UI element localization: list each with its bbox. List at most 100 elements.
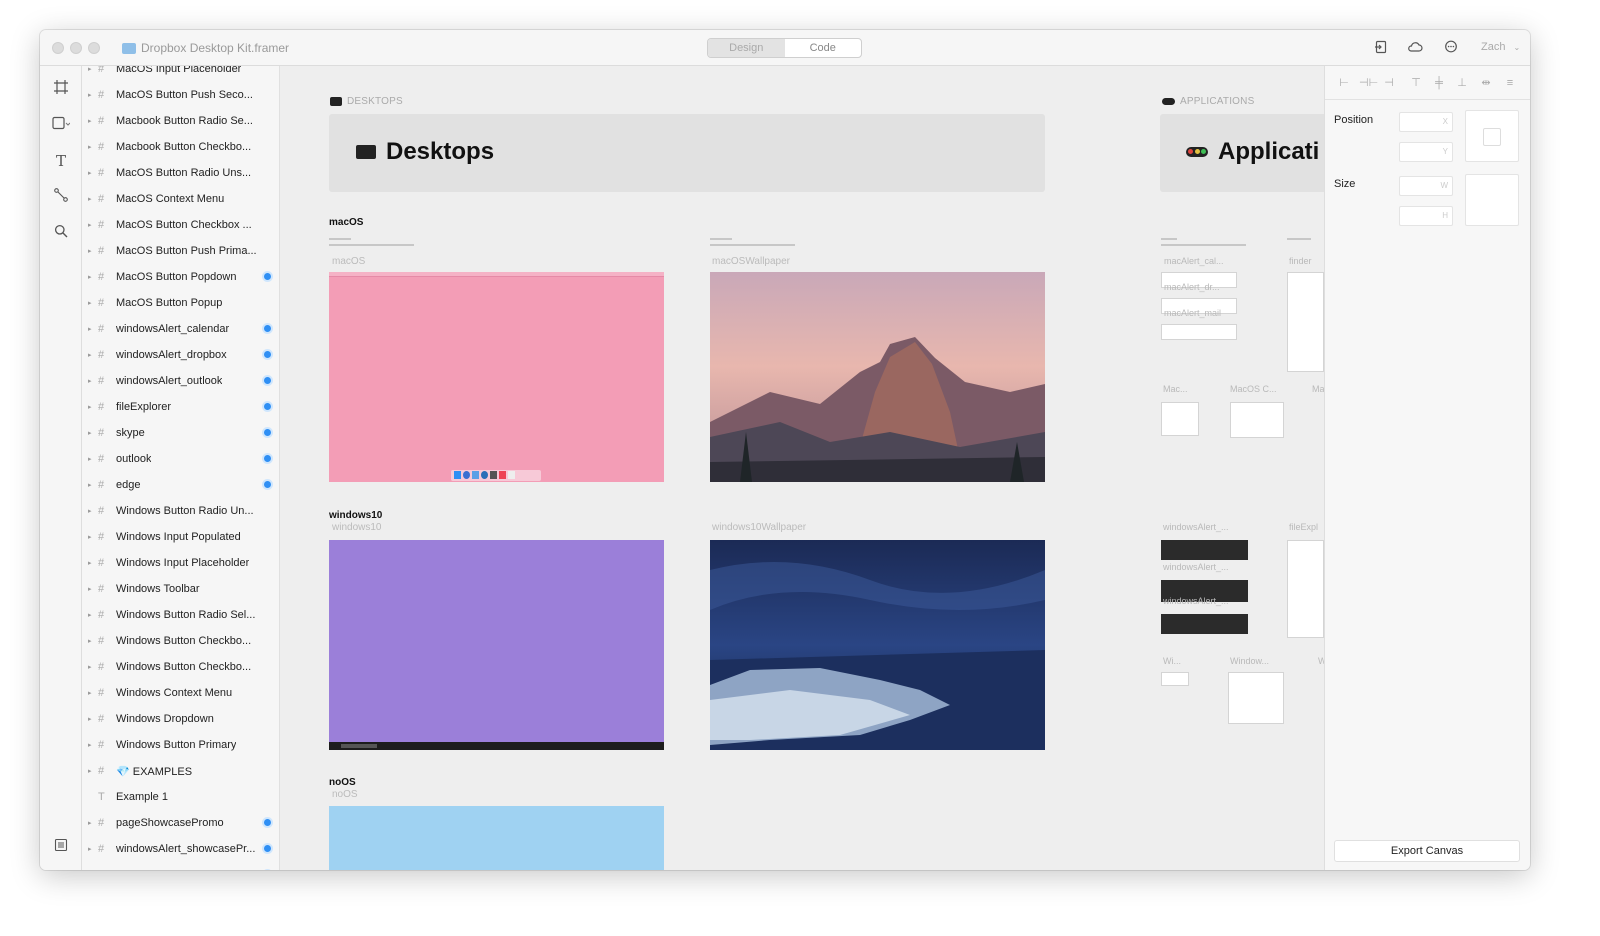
disclosure-caret-icon[interactable]: ▸ bbox=[88, 715, 98, 723]
layer-row[interactable]: ▸# bbox=[82, 862, 279, 870]
export-canvas-button[interactable]: Export Canvas bbox=[1334, 840, 1520, 862]
layer-row[interactable]: ▸ # outlook bbox=[82, 446, 279, 472]
layer-row[interactable]: T Example 1 bbox=[82, 784, 279, 810]
finder-thumb[interactable] bbox=[1287, 272, 1324, 372]
position-pin-box[interactable] bbox=[1465, 110, 1519, 162]
disclosure-caret-icon[interactable]: ▸ bbox=[88, 819, 98, 827]
path-tool-icon[interactable] bbox=[52, 188, 70, 206]
size-constraint-box[interactable] bbox=[1465, 174, 1519, 226]
layer-row[interactable]: ▸ # Windows Button Primary bbox=[82, 732, 279, 758]
target-indicator-icon[interactable] bbox=[262, 453, 273, 464]
disclosure-caret-icon[interactable]: ▸ bbox=[88, 741, 98, 749]
layer-row[interactable]: ▸ # Windows Dropdown bbox=[82, 706, 279, 732]
layer-row[interactable]: ▸ # skype bbox=[82, 420, 279, 446]
disclosure-caret-icon[interactable]: ▸ bbox=[88, 845, 98, 853]
disclosure-caret-icon[interactable]: ▸ bbox=[88, 377, 98, 385]
align-left-icon[interactable]: ⊢ bbox=[1337, 76, 1351, 90]
user-menu[interactable]: Zach ⌄ bbox=[1481, 41, 1520, 53]
frame-tool-icon[interactable] bbox=[52, 80, 70, 98]
zoom-window-button[interactable] bbox=[88, 42, 100, 54]
windows-toolbar-thumb[interactable] bbox=[1161, 672, 1189, 686]
target-indicator-icon[interactable] bbox=[262, 869, 273, 870]
text-tool-icon[interactable]: T bbox=[52, 152, 70, 170]
windowsalert-outlook-thumb[interactable] bbox=[1161, 614, 1248, 634]
disclosure-caret-icon[interactable]: ▸ bbox=[88, 91, 98, 99]
windowsalert-calendar-thumb[interactable] bbox=[1161, 540, 1248, 560]
macos-wallpaper-image[interactable] bbox=[710, 272, 1045, 482]
layer-row[interactable]: ▸ # fileExplorer bbox=[82, 394, 279, 420]
target-indicator-icon[interactable] bbox=[262, 375, 273, 386]
layers-panel-icon[interactable] bbox=[52, 838, 70, 856]
shape-tool-icon[interactable] bbox=[52, 116, 71, 134]
close-window-button[interactable] bbox=[52, 42, 64, 54]
disclosure-caret-icon[interactable]: ▸ bbox=[88, 559, 98, 567]
disclosure-caret-icon[interactable]: ▸ bbox=[88, 403, 98, 411]
layer-row[interactable]: ▸ # Windows Button Radio Un... bbox=[82, 498, 279, 524]
search-tool-icon[interactable] bbox=[52, 224, 70, 242]
macos-artboard[interactable] bbox=[329, 272, 664, 482]
layer-row[interactable]: ▸ # Windows Input Placeholder bbox=[82, 550, 279, 576]
macalert-mail-thumb[interactable] bbox=[1161, 324, 1237, 340]
layer-row[interactable]: ▸ # MacOS Button Radio Uns... bbox=[82, 160, 279, 186]
layer-row[interactable]: ▸ # Windows Input Populated bbox=[82, 524, 279, 550]
align-top-icon[interactable]: ⊤ bbox=[1409, 76, 1423, 90]
disclosure-caret-icon[interactable]: ▸ bbox=[88, 169, 98, 177]
disclosure-caret-icon[interactable]: ▸ bbox=[88, 689, 98, 697]
distribute-vertical-icon[interactable]: ≡ bbox=[1503, 76, 1517, 90]
target-indicator-icon[interactable] bbox=[262, 271, 273, 282]
align-center-horizontal-icon[interactable]: ⊣⊢ bbox=[1359, 76, 1378, 90]
disclosure-caret-icon[interactable]: ▸ bbox=[88, 66, 98, 73]
tab-design[interactable]: Design bbox=[708, 39, 785, 57]
size-w-field[interactable]: W bbox=[1399, 176, 1453, 196]
target-indicator-icon[interactable] bbox=[262, 479, 273, 490]
fileexplorer-thumb[interactable] bbox=[1287, 540, 1324, 638]
position-x-field[interactable]: X bbox=[1399, 112, 1453, 132]
align-bottom-icon[interactable]: ⊥ bbox=[1455, 76, 1469, 90]
tab-code[interactable]: Code bbox=[785, 39, 862, 57]
layer-row[interactable]: ▸ # MacOS Context Menu bbox=[82, 186, 279, 212]
layer-row[interactable]: ▸ # windowsAlert_outlook bbox=[82, 368, 279, 394]
noos-artboard[interactable] bbox=[329, 806, 664, 870]
disclosure-caret-icon[interactable]: ▸ bbox=[88, 767, 98, 775]
layer-row[interactable]: ▸ # 💎 EXAMPLES bbox=[82, 758, 279, 784]
layer-row[interactable]: ▸ # MacOS Button Popup bbox=[82, 290, 279, 316]
canvas[interactable]: DESKTOPS Desktops macOS macOS macOSWallp… bbox=[280, 66, 1324, 870]
distribute-horizontal-icon[interactable]: ⇹ bbox=[1479, 76, 1493, 90]
mac-popup-thumb[interactable] bbox=[1161, 402, 1199, 436]
layer-row[interactable]: ▸ # Macbook Button Radio Se... bbox=[82, 108, 279, 134]
disclosure-caret-icon[interactable]: ▸ bbox=[88, 221, 98, 229]
layer-row[interactable]: ▸ # Windows Button Checkbo... bbox=[82, 628, 279, 654]
target-indicator-icon[interactable] bbox=[262, 323, 273, 334]
macos-context-menu-thumb[interactable] bbox=[1230, 402, 1284, 438]
disclosure-caret-icon[interactable]: ▸ bbox=[88, 273, 98, 281]
disclosure-caret-icon[interactable]: ▸ bbox=[88, 663, 98, 671]
disclosure-caret-icon[interactable]: ▸ bbox=[88, 325, 98, 333]
layer-row[interactable]: ▸ # Windows Button Checkbo... bbox=[82, 654, 279, 680]
layer-row[interactable]: ▸ # MacOS Button Checkbox ... bbox=[82, 212, 279, 238]
target-indicator-icon[interactable] bbox=[262, 349, 273, 360]
windows-context-menu-thumb[interactable] bbox=[1228, 672, 1284, 724]
layer-row[interactable]: ▸ # Windows Toolbar bbox=[82, 576, 279, 602]
disclosure-caret-icon[interactable]: ▸ bbox=[88, 299, 98, 307]
align-center-vertical-icon[interactable]: ╪ bbox=[1432, 76, 1446, 90]
disclosure-caret-icon[interactable]: ▸ bbox=[88, 195, 98, 203]
windows10-artboard[interactable] bbox=[329, 540, 664, 750]
disclosure-caret-icon[interactable]: ▸ bbox=[88, 611, 98, 619]
disclosure-caret-icon[interactable]: ▸ bbox=[88, 455, 98, 463]
preview-icon[interactable] bbox=[1373, 40, 1389, 56]
align-right-icon[interactable]: ⊣ bbox=[1382, 76, 1396, 90]
target-indicator-icon[interactable] bbox=[262, 843, 273, 854]
layer-row[interactable]: ▸ # windowsAlert_calendar bbox=[82, 316, 279, 342]
disclosure-caret-icon[interactable]: ▸ bbox=[88, 481, 98, 489]
cloud-icon[interactable] bbox=[1407, 40, 1423, 56]
layer-row[interactable]: ▸ # windowsAlert_showcasePr... bbox=[82, 836, 279, 862]
layer-row[interactable]: ▸ # Macbook Button Checkbo... bbox=[82, 134, 279, 160]
windows10-wallpaper-image[interactable] bbox=[710, 540, 1045, 750]
layer-row[interactable]: ▸ # Windows Context Menu bbox=[82, 680, 279, 706]
disclosure-caret-icon[interactable]: ▸ bbox=[88, 247, 98, 255]
disclosure-caret-icon[interactable]: ▸ bbox=[88, 143, 98, 151]
minimize-window-button[interactable] bbox=[70, 42, 82, 54]
target-indicator-icon[interactable] bbox=[262, 427, 273, 438]
layer-row[interactable]: ▸ # MacOS Button Popdown bbox=[82, 264, 279, 290]
target-indicator-icon[interactable] bbox=[262, 401, 273, 412]
